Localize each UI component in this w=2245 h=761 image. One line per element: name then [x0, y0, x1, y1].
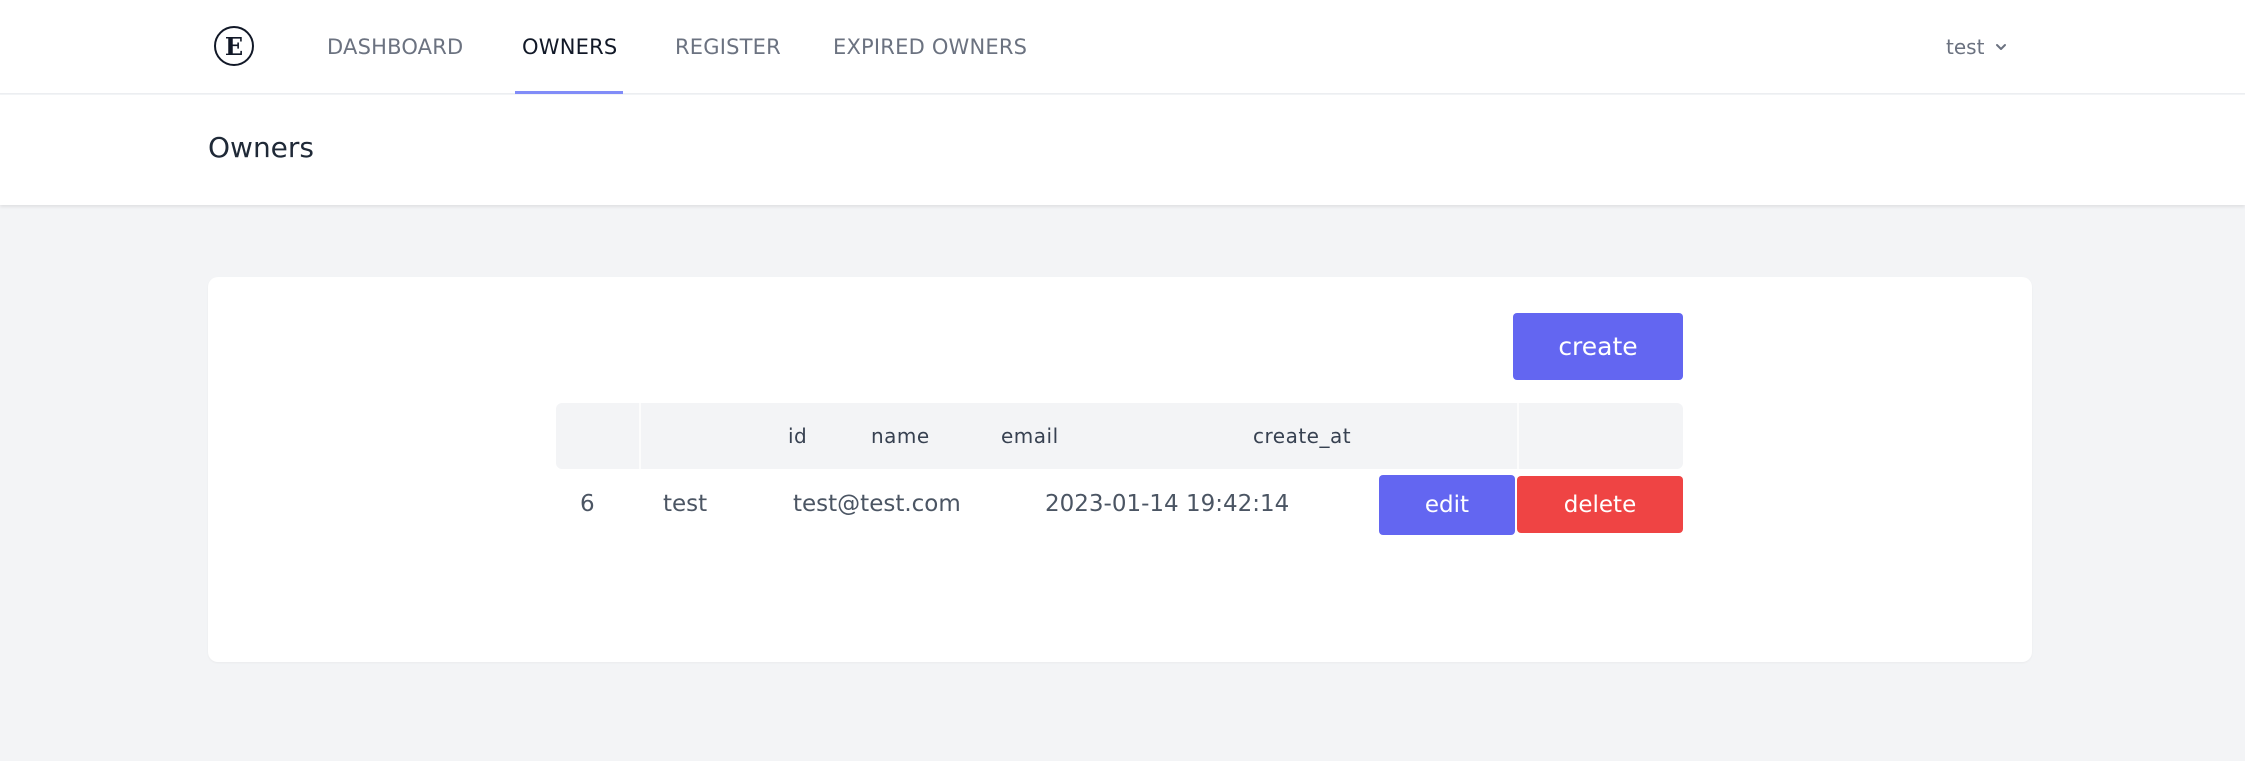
- app-logo[interactable]: E: [214, 26, 254, 66]
- delete-button[interactable]: delete: [1517, 476, 1683, 533]
- column-header-create-at: create_at: [1253, 424, 1352, 448]
- cell-id: 6: [580, 491, 595, 517]
- column-divider: [639, 403, 641, 469]
- column-header-id: id: [788, 424, 808, 448]
- cell-create-at: 2023-01-14 19:42:14: [1045, 491, 1290, 517]
- page-header: Owners: [0, 95, 2245, 205]
- column-header-email: email: [1001, 424, 1059, 448]
- nav-link-expired-owners[interactable]: EXPIRED OWNERS: [833, 0, 1027, 94]
- page-title: Owners: [208, 131, 315, 164]
- top-navbar: E DASHBOARD OWNERS REGISTER EXPIRED OWNE…: [0, 0, 2245, 94]
- user-name: test: [1946, 35, 1985, 59]
- table-header: id name email create_at: [556, 403, 1683, 469]
- cell-email: test@test.com: [793, 491, 961, 517]
- edit-button[interactable]: edit: [1379, 475, 1515, 535]
- user-menu[interactable]: test: [1946, 0, 2008, 94]
- column-header-name: name: [871, 424, 930, 448]
- nav-link-owners[interactable]: OWNERS: [514, 0, 624, 94]
- owners-card: create id name email create_at 6 test te…: [208, 277, 2032, 662]
- nav-link-register[interactable]: REGISTER: [675, 0, 781, 94]
- chevron-down-icon: [1996, 44, 2007, 50]
- cell-name: test: [663, 491, 708, 517]
- column-divider: [1517, 403, 1519, 469]
- nav-link-dashboard[interactable]: DASHBOARD: [327, 0, 463, 94]
- create-button[interactable]: create: [1513, 313, 1683, 380]
